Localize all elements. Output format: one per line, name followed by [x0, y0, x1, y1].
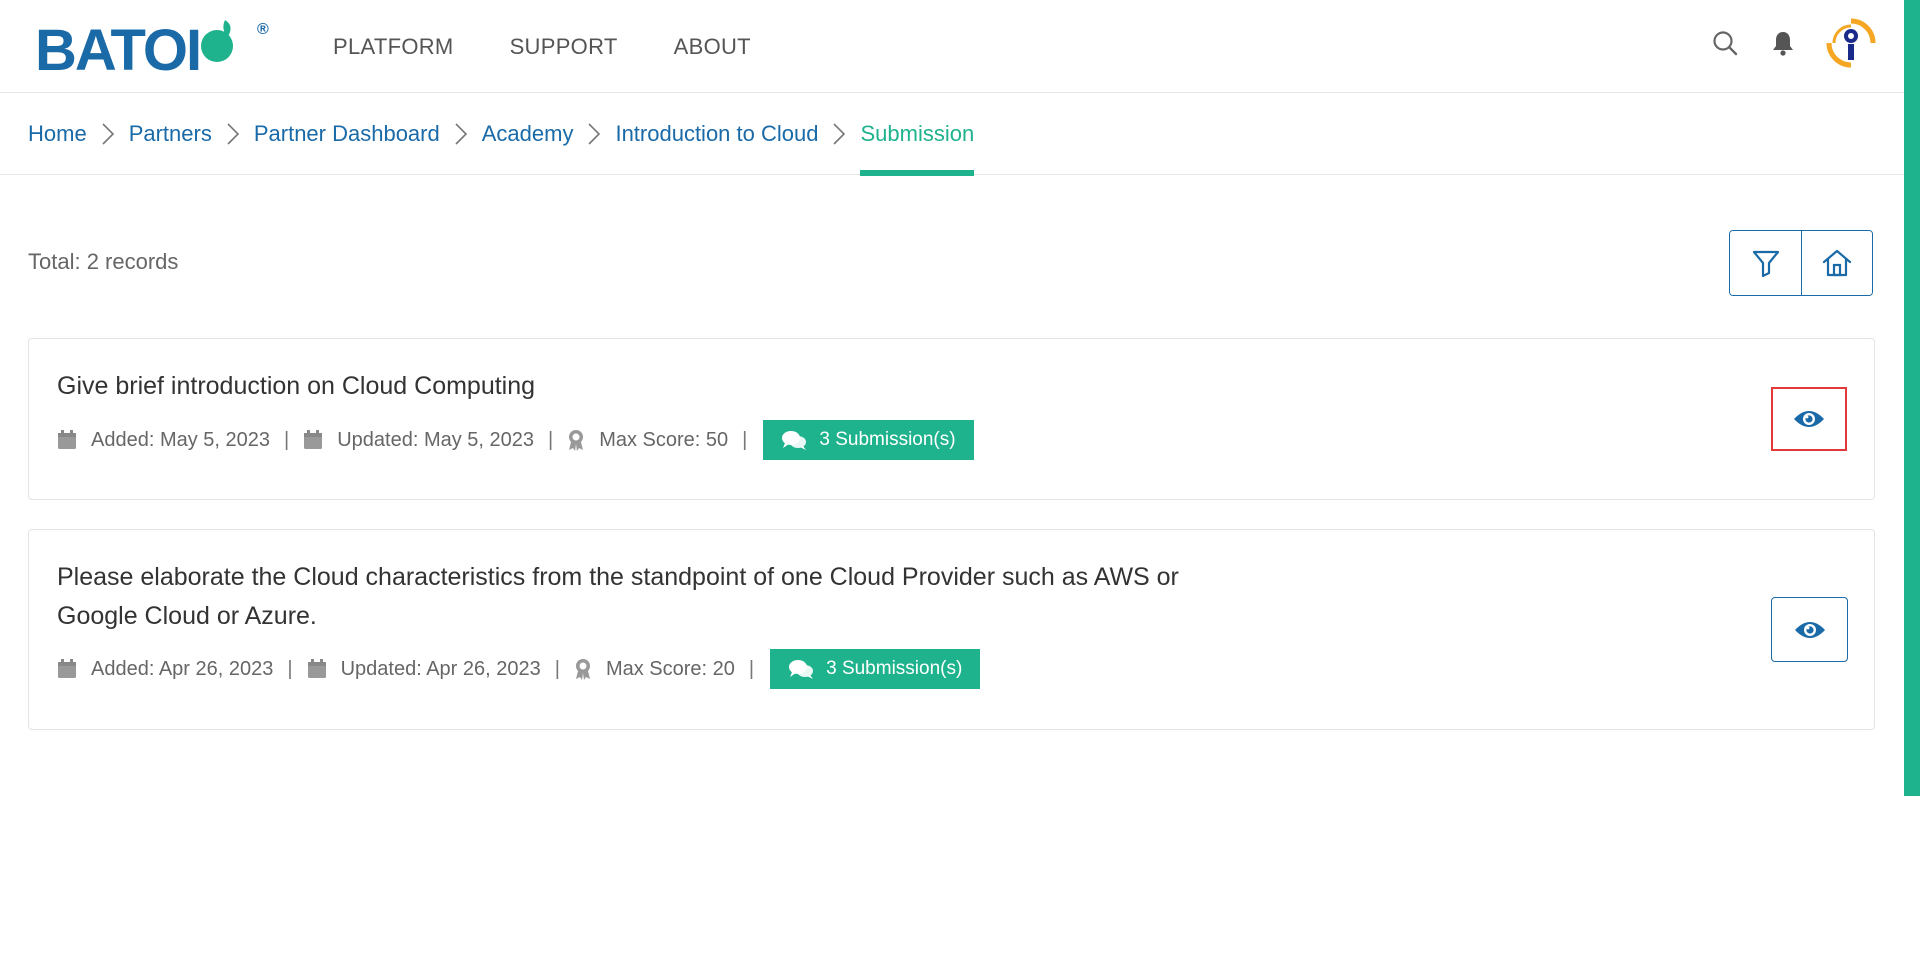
nav-support[interactable]: SUPPORT	[510, 34, 618, 60]
card-meta: Added: May 5, 2023 | Updated: May 5, 202…	[57, 420, 974, 460]
updated-date: Updated: May 5, 2023	[337, 428, 535, 451]
calendar-icon	[58, 659, 76, 678]
card-title: Please elaborate the Cloud characteristi…	[57, 563, 1179, 630]
breadcrumb-academy[interactable]: Academy	[482, 93, 574, 175]
home-button[interactable]	[1801, 231, 1872, 295]
submission-card: Please elaborate the Cloud characteristi…	[28, 529, 1875, 730]
breadcrumb-partner-dashboard[interactable]: Partner Dashboard	[254, 93, 440, 175]
submission-card: Give brief introduction on Cloud Computi…	[28, 338, 1875, 500]
search-icon[interactable]	[1710, 28, 1740, 58]
chevron-right-icon	[212, 93, 254, 175]
breadcrumb-home[interactable]: Home	[28, 93, 87, 175]
svg-text:®: ®	[257, 21, 269, 38]
nav-about[interactable]: ABOUT	[674, 34, 751, 60]
added-date: Added: May 5, 2023	[91, 428, 271, 451]
breadcrumb-introduction-to-cloud[interactable]: Introduction to Cloud	[615, 93, 818, 175]
view-button[interactable]	[1771, 597, 1848, 662]
user-avatar[interactable]	[1826, 18, 1876, 68]
calendar-icon	[58, 430, 76, 449]
calendar-icon	[304, 430, 323, 449]
batoi-logo[interactable]: BATOI ®	[35, 16, 277, 76]
view-button[interactable]	[1771, 387, 1847, 451]
breadcrumb-partners[interactable]: Partners	[129, 93, 212, 175]
toolbar-buttons	[1729, 230, 1873, 296]
filter-icon	[1752, 250, 1779, 278]
top-navbar: BATOI ® PLATFORM SUPPORT ABOUT	[0, 0, 1904, 93]
max-score: Max Score: 50	[599, 428, 729, 451]
bell-icon[interactable]	[1768, 28, 1798, 58]
breadcrumb: Home Partners Partner Dashboard Academy …	[0, 93, 1904, 176]
breadcrumb-submission[interactable]: Submission	[860, 93, 974, 176]
chevron-right-icon	[818, 93, 860, 175]
submissions-button[interactable]: 3 Submission(s)	[770, 649, 981, 689]
comments-icon	[789, 660, 814, 679]
page: BATOI ® PLATFORM SUPPORT ABOUT Home Part…	[0, 0, 1920, 963]
award-icon	[575, 659, 590, 680]
calendar-icon	[307, 659, 326, 678]
chevron-right-icon	[573, 93, 615, 175]
total-records: Total: 2 records	[28, 249, 179, 274]
chevron-right-icon	[87, 93, 129, 175]
nav-platform[interactable]: PLATFORM	[333, 34, 454, 60]
submissions-button[interactable]: 3 Submission(s)	[763, 420, 974, 460]
max-score: Max Score: 20	[605, 657, 735, 680]
updated-date: Updated: Apr 26, 2023	[340, 657, 541, 680]
card-meta: Added: Apr 26, 2023 | Updated: Apr 26, 2…	[57, 649, 981, 689]
top-icons	[1710, 18, 1876, 68]
main-nav: PLATFORM SUPPORT ABOUT	[333, 34, 751, 60]
submissions-count: 3 Submission(s)	[826, 658, 963, 679]
svg-text:BATOI: BATOI	[35, 18, 200, 76]
chevron-right-icon	[440, 93, 482, 175]
filter-button[interactable]	[1730, 231, 1801, 295]
scroll-accent-strip	[1904, 0, 1920, 796]
submissions-count: 3 Submission(s)	[819, 429, 956, 450]
award-icon	[569, 430, 584, 451]
card-title: Give brief introduction on Cloud Computi…	[57, 372, 536, 400]
added-date: Added: Apr 26, 2023	[91, 657, 274, 680]
eye-icon	[1794, 411, 1824, 427]
eye-icon	[1794, 621, 1825, 638]
comments-icon	[782, 431, 807, 450]
home-icon	[1822, 249, 1852, 277]
